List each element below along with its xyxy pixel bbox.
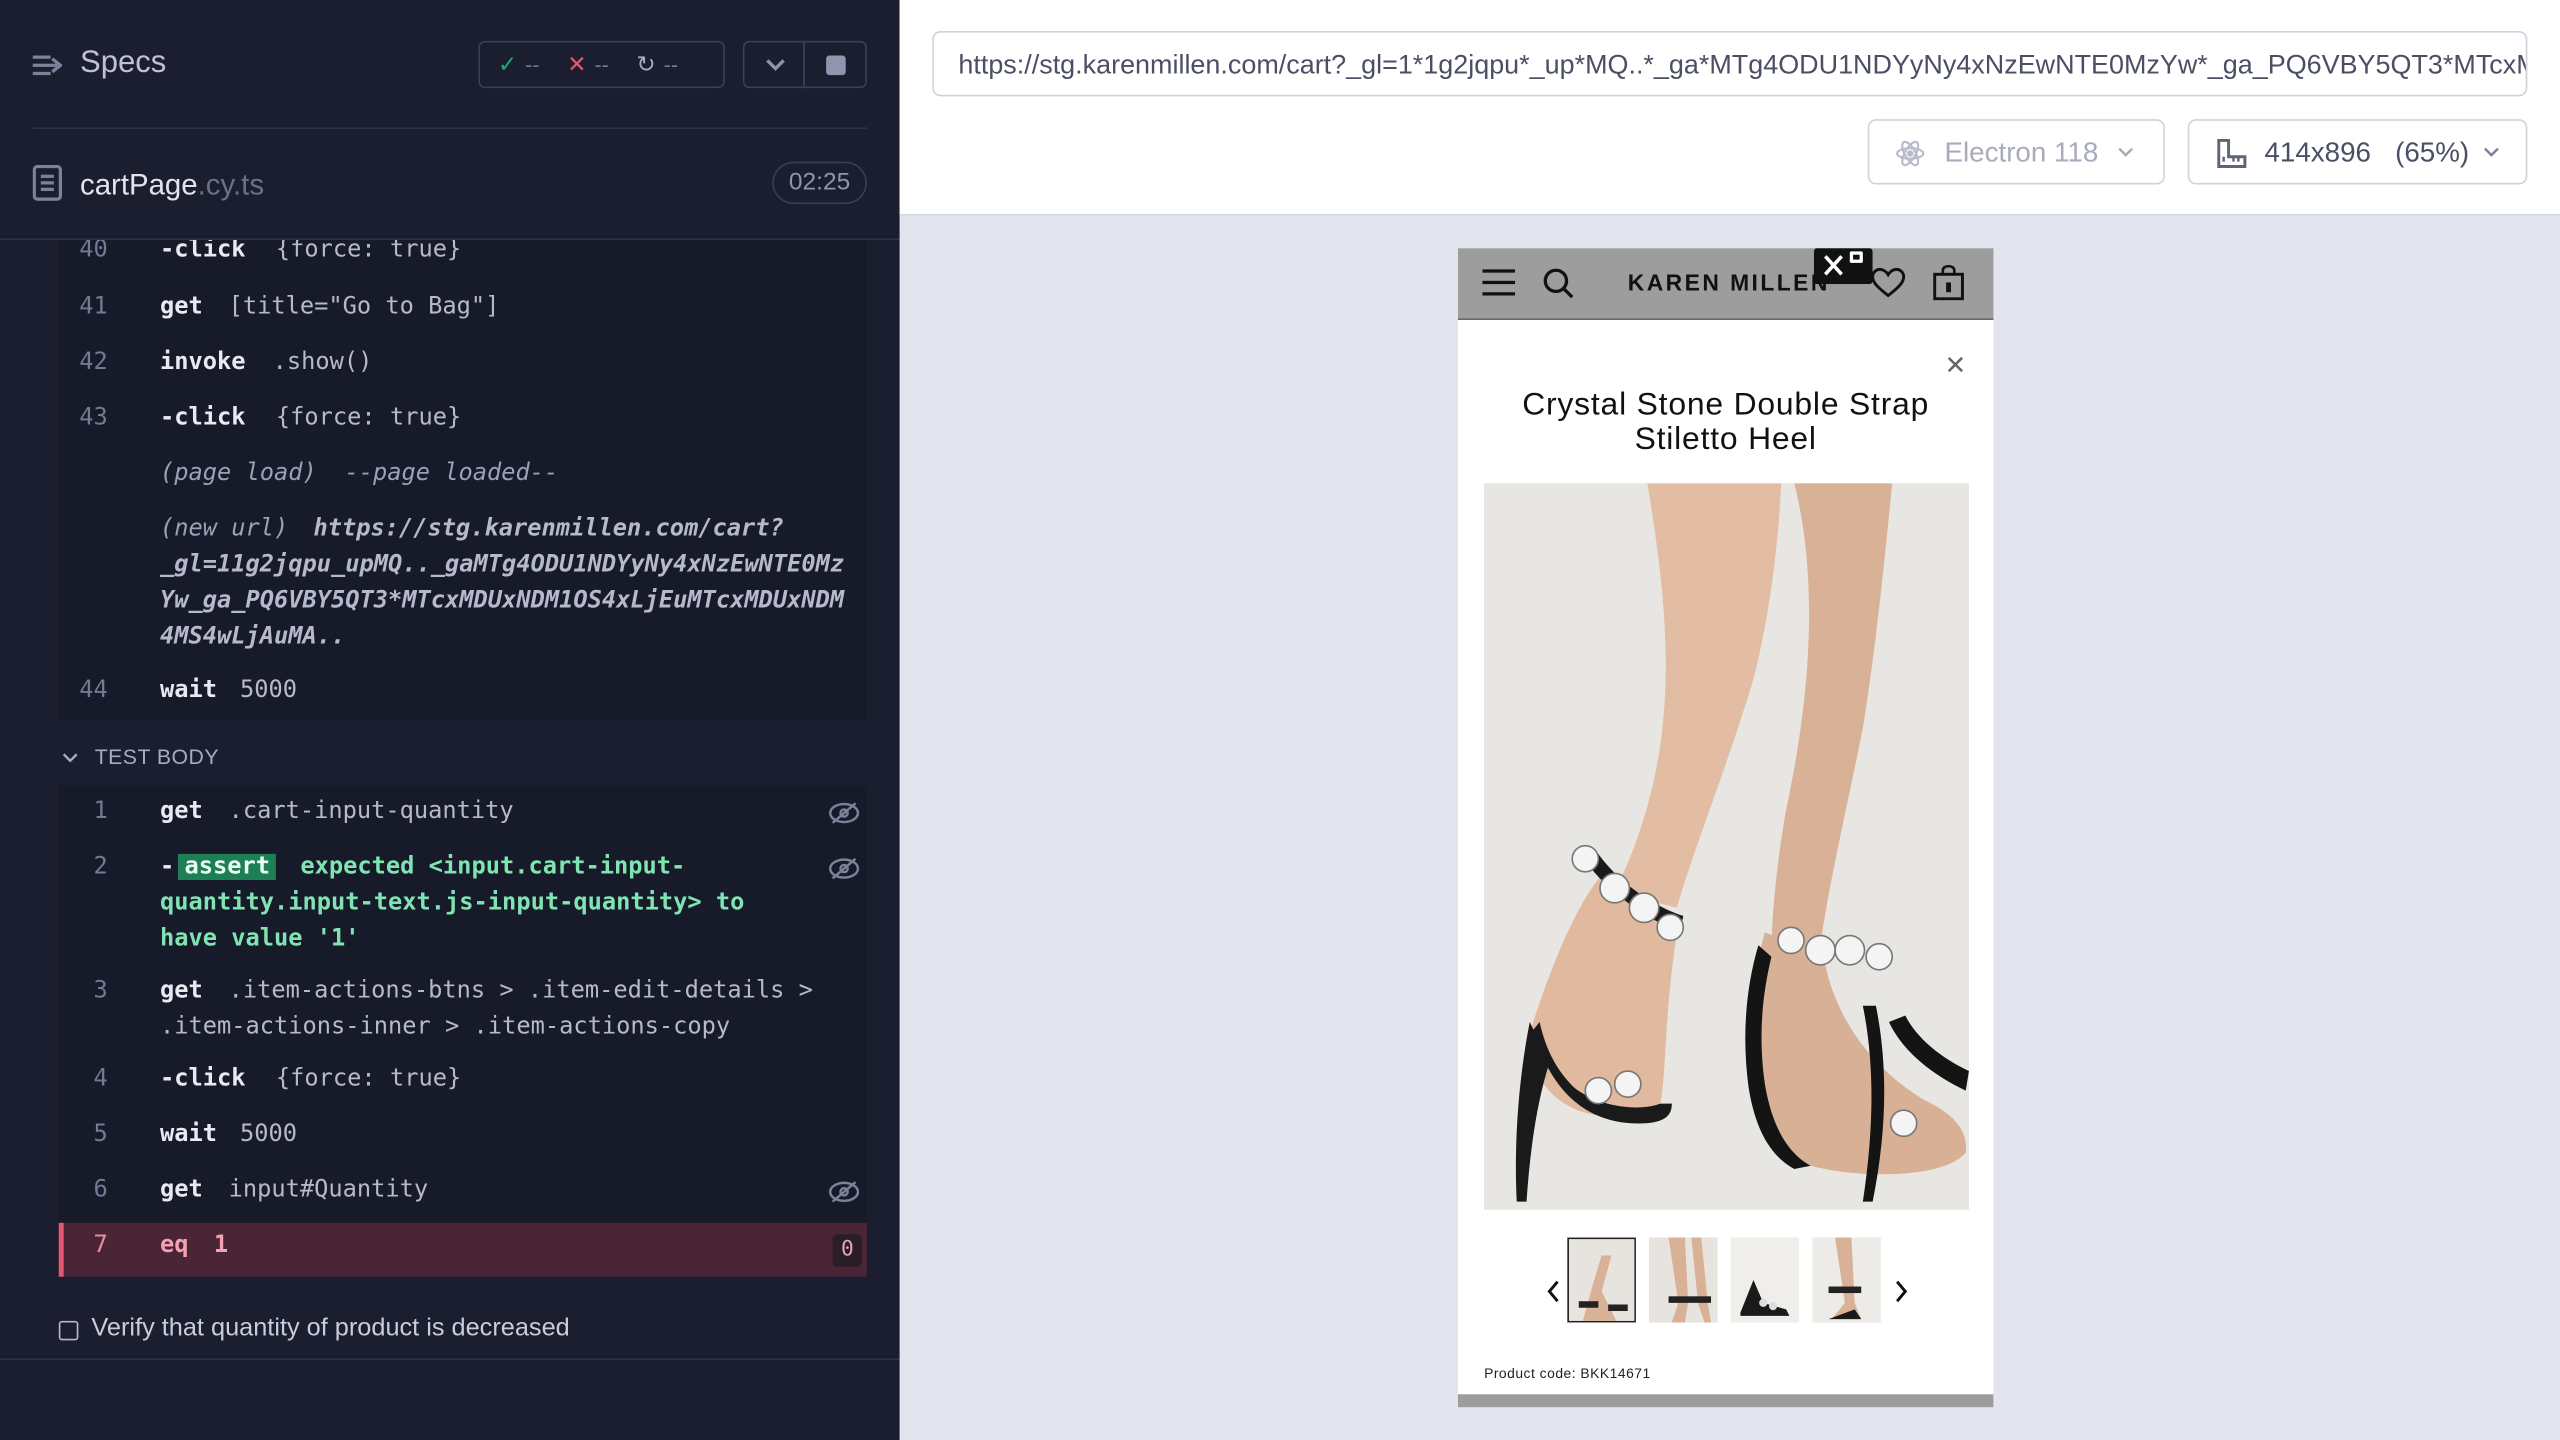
document-icon <box>32 164 63 201</box>
command-row[interactable]: 1 get .cart-input-quantity <box>59 798 867 831</box>
specs-header: Specs ✓ -- ✕ -- ↻ -- <box>0 0 900 131</box>
aut-header: https://stg.karenmillen.com/cart?_gl=1*1… <box>899 0 2560 216</box>
element-count-badge: 0 <box>832 1234 863 1267</box>
thumbnail[interactable] <box>1648 1237 1718 1323</box>
thumbnail-strip <box>1458 1237 1994 1326</box>
eye-slash-icon <box>828 857 860 880</box>
chevron-down-icon <box>2118 147 2134 157</box>
command-row[interactable]: 40 -click {force: true} <box>59 240 867 269</box>
assert-row[interactable]: 2 - assert expected <input.cart-input- q… <box>59 853 867 962</box>
stats-summary: ✓ -- ✕ -- ↻ -- <box>478 40 725 89</box>
command-row[interactable]: 3 get .item-actions-btns > .item-edit-de… <box>59 978 867 1050</box>
active-command-row[interactable]: 7 eq 1 0 <box>58 1222 867 1277</box>
site-header: KAREN MILLEN <box>1457 248 1994 320</box>
app-under-test-panel: https://stg.karenmillen.com/cart?_gl=1*1… <box>899 0 2560 1440</box>
search-icon[interactable] <box>1543 268 1574 299</box>
spec-file-name: cartPage.cy.ts <box>79 168 265 201</box>
thumbnail[interactable] <box>1567 1237 1636 1323</box>
specs-list-icon[interactable] <box>32 52 63 78</box>
command-row[interactable]: 6 get input#Quantity <box>59 1177 867 1210</box>
test-body-header[interactable]: TEST BODY <box>95 744 219 768</box>
heart-icon[interactable] <box>1871 267 1906 299</box>
test-status-checkbox <box>58 1320 79 1341</box>
eye-slash-icon <box>828 802 860 824</box>
chevron-down-icon <box>2484 147 2499 157</box>
new-url-event[interactable]: (new url) https://stg.karenmillen.com/ca… <box>59 516 867 663</box>
url-bar[interactable]: https://stg.karenmillen.com/cart?_gl=1*1… <box>932 31 2528 97</box>
page-load-event[interactable]: (page load) --page loaded-- <box>59 460 867 493</box>
divider <box>0 1358 900 1360</box>
command-row[interactable]: 4 -click {force: true} <box>59 1066 867 1099</box>
bag-icon[interactable] <box>1933 264 1964 301</box>
divider <box>32 127 867 129</box>
product-code: Product code: BKK14671 <box>1484 1364 1651 1382</box>
duration-badge: 02:25 <box>772 161 867 205</box>
product-image[interactable] <box>1484 483 1969 1210</box>
close-icon[interactable]: ✕ <box>1944 349 1966 382</box>
browser-selector[interactable]: Electron 118 <box>1867 119 2165 185</box>
stop-icon <box>826 55 846 76</box>
page-overlay-edge <box>1457 1394 1994 1408</box>
passed-stat: ✓ -- <box>497 50 540 77</box>
check-icon: ✓ <box>497 50 518 77</box>
x-icon: ✕ <box>567 50 587 77</box>
pending-stat: ↻ -- <box>636 50 678 77</box>
chevron-down-icon[interactable] <box>62 749 78 765</box>
options-dropdown-button[interactable] <box>742 40 805 89</box>
reporter-panel: Specs ✓ -- ✕ -- ↻ -- cartPage.cy.ts 02:2… <box>0 0 900 1440</box>
thumbnail[interactable] <box>1812 1237 1881 1323</box>
assert-badge: assert <box>177 853 277 880</box>
product-title: Crystal Stone Double Strap Stiletto Heel <box>1522 386 1930 458</box>
thumbnail[interactable] <box>1730 1237 1800 1323</box>
chevron-down-icon <box>766 59 785 71</box>
chevron-right-icon[interactable] <box>1894 1280 1909 1303</box>
specs-title[interactable]: Specs <box>80 46 166 82</box>
cypress-selector-playground-icon[interactable] <box>1813 248 1873 285</box>
command-row[interactable]: 41 get [title="Go to Bag"] <box>59 294 867 327</box>
eye-slash-icon <box>828 1181 860 1203</box>
command-row[interactable]: 43 -click {force: true} <box>59 405 867 438</box>
aut-iframe: KAREN MILLEN ✕ Crystal Stone Double Stra… <box>1457 248 1994 1408</box>
electron-icon <box>1896 140 1925 167</box>
ruler-icon <box>2217 138 2247 168</box>
brand-logo[interactable]: KAREN MILLEN <box>1628 269 1830 295</box>
spinner-icon: ↻ <box>636 50 656 77</box>
test-title[interactable]: Verify that quantity of product is decre… <box>91 1314 569 1343</box>
command-row[interactable]: 42 invoke .show() <box>59 349 867 382</box>
viewport-selector[interactable]: 414x896 (65%) <box>2187 119 2528 185</box>
before-hook-commands: 40 -click {force: true} 41 get [title="G… <box>58 239 867 720</box>
command-row[interactable]: 5 wait 5000 <box>59 1122 867 1155</box>
spec-file-row[interactable]: cartPage.cy.ts 02:25 <box>0 147 900 219</box>
hamburger-menu-icon[interactable] <box>1482 268 1516 297</box>
chevron-left-icon[interactable] <box>1546 1280 1561 1303</box>
failed-stat: ✕ -- <box>567 50 609 77</box>
stop-button[interactable] <box>803 40 867 89</box>
command-row[interactable]: 44 wait 5000 <box>59 678 867 711</box>
